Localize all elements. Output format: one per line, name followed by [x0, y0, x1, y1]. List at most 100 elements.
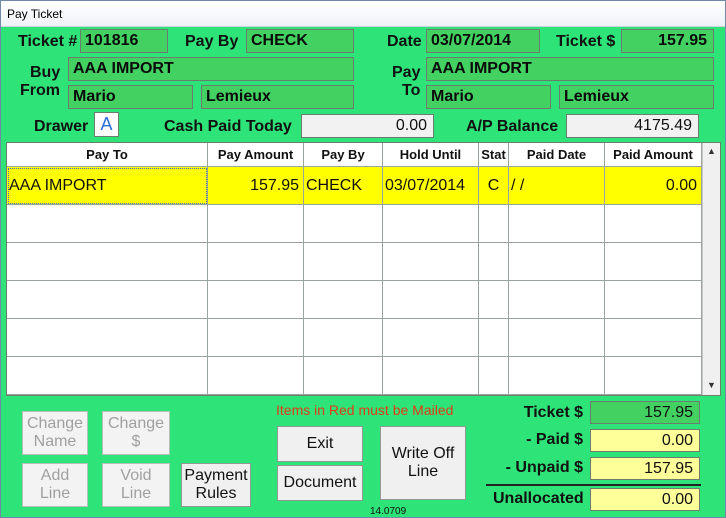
- cell-paid-date[interactable]: [509, 357, 605, 395]
- column-header-pay-by[interactable]: Pay By: [304, 143, 383, 167]
- document-button[interactable]: Document: [277, 465, 363, 501]
- cell-pay-to[interactable]: [7, 357, 208, 395]
- table-row[interactable]: [7, 205, 702, 243]
- cell-paid-amount[interactable]: [605, 243, 702, 281]
- summary-paid-field: 0.00: [590, 429, 700, 452]
- from-label: From: [20, 82, 60, 99]
- table-row[interactable]: AAA IMPORT 157.95 CHECK 03/07/2014 C / /…: [7, 167, 702, 205]
- summary-unallocated-label: Unallocated: [493, 490, 584, 507]
- date-field[interactable]: 03/07/2014: [426, 29, 540, 53]
- cell-stat[interactable]: [479, 205, 509, 243]
- cell-paid-date[interactable]: [509, 205, 605, 243]
- summary-unpaid-field: 157.95: [590, 457, 700, 480]
- table-row[interactable]: [7, 357, 702, 395]
- cell-paid-date[interactable]: [509, 281, 605, 319]
- pay-to-last-name-field[interactable]: Lemieux: [559, 85, 714, 109]
- column-header-paid-amount[interactable]: Paid Amount: [605, 143, 702, 167]
- column-header-pay-to[interactable]: Pay To: [7, 143, 208, 167]
- add-line-button[interactable]: Add Line: [22, 463, 88, 507]
- payment-rules-button[interactable]: Payment Rules: [181, 463, 251, 507]
- cell-paid-amount[interactable]: 0.00: [605, 167, 702, 205]
- cell-paid-date[interactable]: / /: [509, 167, 605, 205]
- cell-hold-until[interactable]: [383, 281, 479, 319]
- scroll-up-arrow-icon[interactable]: ▲: [703, 143, 720, 160]
- cell-stat[interactable]: [479, 281, 509, 319]
- column-header-paid-date[interactable]: Paid Date: [509, 143, 605, 167]
- cell-hold-until[interactable]: 03/07/2014: [383, 167, 479, 205]
- table-row[interactable]: [7, 319, 702, 357]
- void-line-button[interactable]: Void Line: [102, 463, 170, 507]
- table-row[interactable]: [7, 243, 702, 281]
- cell-pay-amount[interactable]: [208, 281, 304, 319]
- change-amount-button[interactable]: Change $: [102, 411, 170, 455]
- scroll-down-arrow-icon[interactable]: ▼: [703, 377, 720, 394]
- column-header-stat[interactable]: Stat: [479, 143, 509, 167]
- pay-by-label: Pay By: [185, 33, 239, 50]
- exit-button[interactable]: Exit: [277, 426, 363, 462]
- cell-pay-to[interactable]: [7, 243, 208, 281]
- cell-hold-until[interactable]: [383, 357, 479, 395]
- cell-pay-to[interactable]: [7, 281, 208, 319]
- summary-paid-label: - Paid $: [526, 431, 583, 448]
- mailing-notice: Items in Red must be Mailed: [276, 402, 454, 418]
- buy-label: Buy: [30, 64, 61, 81]
- pay-to-company-field[interactable]: AAA IMPORT: [426, 57, 714, 81]
- ticket-amount-field[interactable]: 157.95: [621, 29, 714, 53]
- summary-unallocated-field: 0.00: [590, 488, 700, 511]
- cell-pay-to[interactable]: [7, 205, 208, 243]
- summary-divider: [486, 484, 701, 486]
- write-off-line-button[interactable]: Write Off Line: [380, 426, 466, 500]
- column-header-pay-amount[interactable]: Pay Amount: [208, 143, 304, 167]
- buy-from-last-name-field[interactable]: Lemieux: [201, 85, 354, 109]
- cell-pay-amount[interactable]: [208, 319, 304, 357]
- cell-hold-until[interactable]: [383, 319, 479, 357]
- cell-hold-until[interactable]: [383, 243, 479, 281]
- ticket-number-field[interactable]: 101816: [80, 29, 168, 53]
- cell-stat[interactable]: [479, 243, 509, 281]
- grid-header: Pay To Pay Amount Pay By Hold Until Stat…: [7, 143, 702, 167]
- cell-stat[interactable]: [479, 357, 509, 395]
- cell-pay-by[interactable]: CHECK: [304, 167, 383, 205]
- drawer-field[interactable]: A: [94, 112, 119, 137]
- cell-pay-by[interactable]: [304, 319, 383, 357]
- pay-to-first-name-field[interactable]: Mario: [426, 85, 551, 109]
- ap-balance-field: 4175.49: [566, 114, 699, 138]
- cell-paid-amount[interactable]: [605, 357, 702, 395]
- ap-balance-label: A/P Balance: [466, 118, 559, 135]
- pay-label: Pay: [392, 64, 421, 81]
- cell-pay-amount[interactable]: 157.95: [208, 167, 304, 205]
- table-row[interactable]: [7, 281, 702, 319]
- cell-stat[interactable]: [479, 319, 509, 357]
- version-label: 14.0709: [370, 506, 407, 517]
- pay-by-field[interactable]: CHECK: [246, 29, 354, 53]
- cell-pay-amount[interactable]: [208, 357, 304, 395]
- cash-paid-today-field: 0.00: [301, 114, 434, 138]
- payment-grid[interactable]: Pay To Pay Amount Pay By Hold Until Stat…: [6, 142, 721, 396]
- pay-ticket-window: Pay Ticket Ticket # 101816 Pay By CHECK …: [0, 0, 726, 518]
- buy-from-first-name-field[interactable]: Mario: [68, 85, 193, 109]
- buy-from-company-field[interactable]: AAA IMPORT: [68, 57, 354, 81]
- cell-paid-amount[interactable]: [605, 281, 702, 319]
- change-name-button[interactable]: Change Name: [22, 411, 88, 455]
- cell-pay-amount[interactable]: [208, 205, 304, 243]
- to-label: To: [402, 82, 421, 99]
- cell-pay-by[interactable]: [304, 205, 383, 243]
- grid-vertical-scrollbar[interactable]: ▲ ▼: [702, 143, 720, 395]
- summary-unpaid-label: - Unpaid $: [505, 459, 583, 476]
- cell-pay-to[interactable]: AAA IMPORT: [7, 167, 208, 205]
- ticket-number-label: Ticket #: [18, 33, 78, 50]
- cell-paid-date[interactable]: [509, 243, 605, 281]
- cell-stat[interactable]: C: [479, 167, 509, 205]
- cell-pay-to[interactable]: [7, 319, 208, 357]
- cell-pay-amount[interactable]: [208, 243, 304, 281]
- cell-paid-amount[interactable]: [605, 319, 702, 357]
- cell-pay-by[interactable]: [304, 357, 383, 395]
- cell-pay-by[interactable]: [304, 281, 383, 319]
- cell-pay-by[interactable]: [304, 243, 383, 281]
- cell-paid-amount[interactable]: [605, 205, 702, 243]
- column-header-hold-until[interactable]: Hold Until: [383, 143, 479, 167]
- ticket-amount-label: Ticket $: [556, 33, 616, 50]
- summary-ticket-label: Ticket $: [523, 404, 583, 421]
- cell-hold-until[interactable]: [383, 205, 479, 243]
- cell-paid-date[interactable]: [509, 319, 605, 357]
